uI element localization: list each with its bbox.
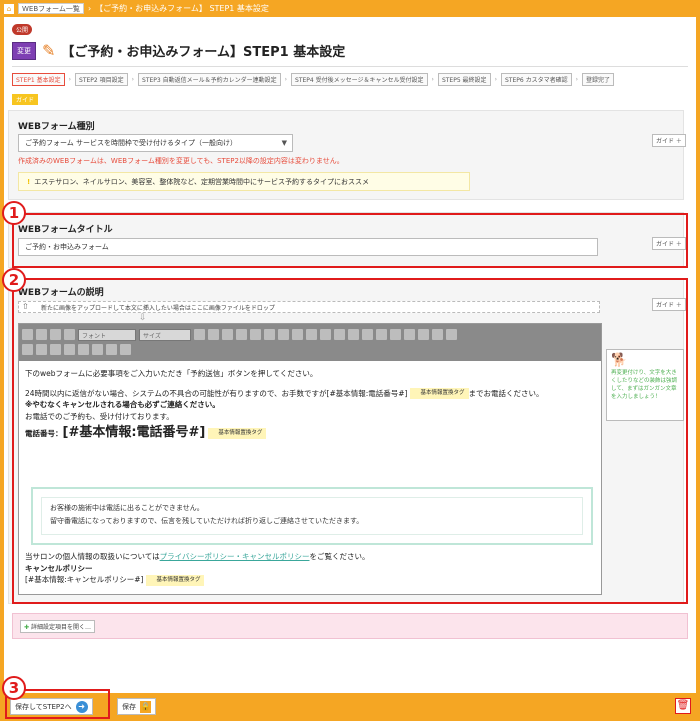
- breadcrumb-form-list[interactable]: WEBフォーム一覧: [18, 3, 84, 14]
- form-type-info: ! エステサロン、ネイルサロン、美容室、整体院など、定期営業時間中にサービス予約す…: [18, 172, 470, 191]
- change-button[interactable]: 変更: [12, 41, 36, 60]
- breadcrumb-separator: ›: [87, 4, 92, 13]
- pencil-icon: ✎: [42, 41, 56, 60]
- form-type-warning: 作成済みのWEBフォームは、WEBフォーム種別を変更しても、STEP2以降の設定…: [18, 157, 344, 165]
- step-separator: ›: [68, 76, 72, 83]
- title-row: 変更 ✎ 【ご予約・お申込みフォーム】STEP1 基本設定: [12, 41, 345, 60]
- detail-expand-label: 詳細設定項目を開く…: [30, 624, 91, 631]
- step-separator: ›: [131, 76, 135, 83]
- form-type-selected: ご予約フォーム サービスを時間枠で受け付けるタイプ（一般向け）: [25, 139, 238, 147]
- trash-icon[interactable]: 🗑: [675, 698, 691, 714]
- step-complete[interactable]: 登録完了: [581, 73, 614, 86]
- annotation-number-2: 2: [2, 268, 26, 292]
- status-badge: 公開: [12, 24, 33, 35]
- top-breadcrumb-bar: ⌂ WEBフォーム一覧 › 【ご予約・お申込みフォーム】 STEP1 基本設定: [0, 0, 700, 17]
- breadcrumb-current: 【ご予約・お申込みフォーム】 STEP1 基本設定: [95, 4, 269, 13]
- save-label: 保存: [122, 702, 136, 711]
- annotation-number-3: 3: [2, 676, 26, 700]
- exclamation-icon: !: [27, 178, 31, 186]
- save-button[interactable]: 保存 🔒: [117, 698, 156, 715]
- divider: [12, 66, 688, 67]
- expand-icon: ✚: [24, 624, 30, 631]
- step-separator: ›: [494, 76, 497, 83]
- step-4[interactable]: STEP4 受付後メッセージ＆キャンセル受付設定: [291, 73, 428, 86]
- page-title: 【ご予約・お申込みフォーム】STEP1 基本設定: [61, 45, 346, 60]
- home-icon[interactable]: ⌂: [4, 3, 14, 14]
- annotation-box-2: [12, 278, 688, 604]
- guide-button-form-type[interactable]: ガイド ＋: [652, 134, 686, 147]
- step-1[interactable]: STEP1 基本設定: [12, 73, 65, 86]
- guide-toggle-button[interactable]: ガイド: [12, 94, 39, 105]
- step-6[interactable]: STEP6 カスタマ者確認: [500, 73, 572, 86]
- step-separator: ›: [431, 76, 434, 83]
- step-3[interactable]: STEP3 自動返信メール＆予約カレンダー連動設定: [138, 73, 281, 86]
- annotation-box-1: [12, 213, 688, 268]
- chevron-down-icon: ▼: [281, 139, 287, 147]
- step-2[interactable]: STEP2 項目設定: [75, 73, 128, 86]
- form-type-info-text: エステサロン、ネイルサロン、美容室、整体院など、定期営業時間中にサービス予約する…: [34, 178, 370, 186]
- form-type-title: WEBフォーム種別: [18, 122, 95, 132]
- form-type-select[interactable]: ご予約フォーム サービスを時間枠で受け付けるタイプ（一般向け） ▼: [18, 134, 293, 152]
- annotation-number-1: 1: [2, 201, 26, 225]
- step-separator: ›: [575, 76, 578, 83]
- step-navigation: STEP1 基本設定 › STEP2 項目設定 › STEP3 自動返信メール＆…: [12, 73, 614, 86]
- detail-expand-button[interactable]: ✚ 詳細設定項目を開く…: [20, 620, 95, 633]
- detail-panel: [12, 613, 688, 639]
- step-5[interactable]: STEP5 最終設定: [437, 73, 491, 86]
- lock-icon: 🔒: [140, 700, 151, 713]
- step-separator: ›: [284, 76, 288, 83]
- status-area: 公開: [12, 24, 33, 35]
